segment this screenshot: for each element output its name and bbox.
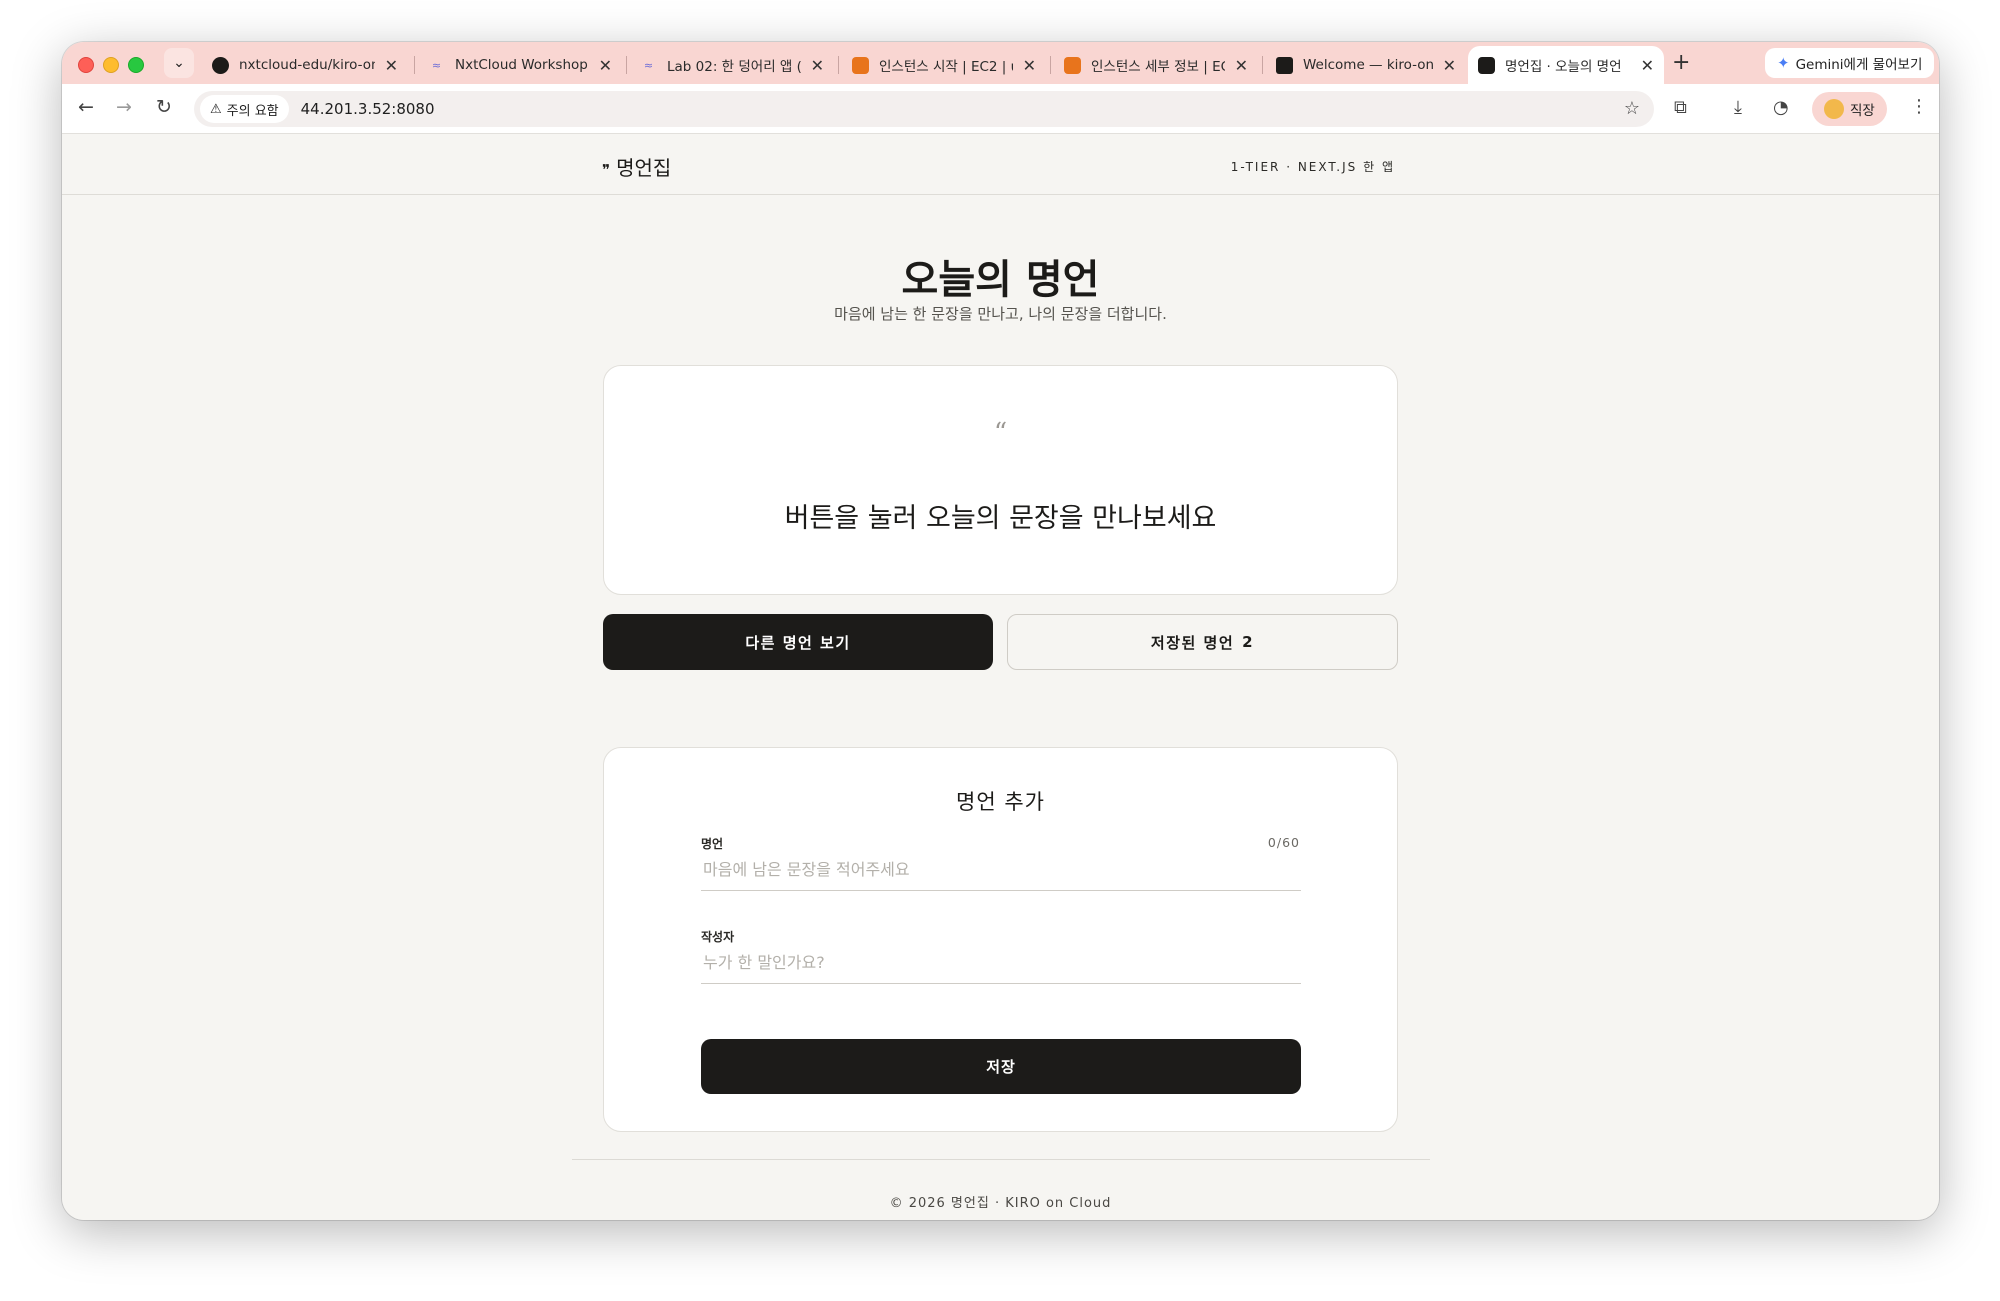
tab-divider <box>1262 56 1263 74</box>
forward-icon[interactable]: → <box>116 96 132 118</box>
next-quote-button[interactable]: 다른 명언 보기 <box>603 614 993 670</box>
github-icon <box>212 56 229 74</box>
brand-name: 명언집 <box>616 156 672 180</box>
gemini-label: Gemini에게 물어보기 <box>1795 57 1923 73</box>
tab-lab02[interactable]: ≈ Lab 02: 한 덩어리 앱 (1 ✕ <box>630 46 834 84</box>
site-brand[interactable]: ❞ 명언집 <box>602 152 671 181</box>
quote-app-icon <box>1478 56 1495 74</box>
close-tab-icon[interactable]: ✕ <box>1641 56 1654 75</box>
download-icon[interactable]: ⤓ <box>1734 97 1742 118</box>
tab-strip: ⌄ nxtcloud-edu/kiro-on ✕ ≈ NxtCloud Work… <box>62 42 1939 84</box>
saved-quotes-label: 저장된 명언 <box>1150 633 1235 652</box>
chevron-down-icon: ⌄ <box>173 55 185 71</box>
save-button[interactable]: 저장 <box>701 1039 1301 1094</box>
quote-char-counter: 0/60 <box>1267 835 1300 850</box>
open-quote-icon: “ <box>993 418 1008 448</box>
aws-icon <box>1064 56 1081 74</box>
plus-icon: + <box>1672 50 1691 75</box>
close-tab-icon[interactable]: ✕ <box>599 56 612 75</box>
aws-icon <box>852 56 869 74</box>
quote-input[interactable] <box>701 849 1301 891</box>
workshop-icon: ≈ <box>431 58 442 72</box>
performance-icon[interactable]: ◔ <box>1773 97 1789 118</box>
close-tab-icon[interactable]: ✕ <box>385 56 398 75</box>
tab-ec2-details[interactable]: 인스턴스 세부 정보 | EC ✕ <box>1054 46 1258 84</box>
extensions-icon[interactable]: ⧉ <box>1674 97 1687 118</box>
tab-title: 인스턴스 시작 | EC2 | u <box>879 59 1013 75</box>
tab-workshop[interactable]: ≈ NxtCloud Workshop | ✕ <box>418 46 622 84</box>
close-window-button[interactable] <box>78 57 94 73</box>
more-menu-icon[interactable]: ⋮ <box>1910 96 1928 117</box>
saved-quotes-count: 2 <box>1242 633 1255 651</box>
form-title: 명언 추가 <box>956 790 1045 814</box>
tab-ec2-launch[interactable]: 인스턴스 시작 | EC2 | u ✕ <box>842 46 1046 84</box>
quote-card: “ 버튼을 눌러 오늘의 문장을 만나보세요 <box>603 365 1398 595</box>
maximize-window-button[interactable] <box>128 57 144 73</box>
page-content: ❞ 명언집 1-TIER · NEXT.JS 한 앱 오늘의 명언 마음에 남는 … <box>62 135 1939 1220</box>
tab-divider <box>626 56 627 74</box>
new-tab-button[interactable]: + <box>1672 50 1690 75</box>
tab-divider <box>838 56 839 74</box>
tab-github[interactable]: nxtcloud-edu/kiro-on ✕ <box>202 46 408 84</box>
footer-text: © 2026 명언집 · KIRO on Cloud <box>889 1196 1112 1211</box>
workshop-icon: ≈ <box>643 58 654 72</box>
close-tab-icon[interactable]: ✕ <box>811 56 824 75</box>
tab-title: 인스턴스 세부 정보 | EC <box>1091 59 1225 75</box>
close-tab-icon[interactable]: ✕ <box>1023 56 1036 75</box>
profile-label: 직장 <box>1850 103 1875 119</box>
quote-text: 버튼을 눌러 오늘의 문장을 만나보세요 <box>784 503 1217 534</box>
tab-quotes-active[interactable]: 명언집 · 오늘의 명언 ✕ <box>1468 46 1664 84</box>
quote-mark-icon: ❞ <box>602 161 611 179</box>
page-subtitle: 마음에 남는 한 문장을 만나고, 나의 문장을 더합니다. <box>834 305 1167 323</box>
site-header: ❞ 명언집 1-TIER · NEXT.JS 한 앱 <box>62 135 1939 195</box>
tab-title: nxtcloud-edu/kiro-on <box>239 57 375 73</box>
site-tagline: 1-TIER · NEXT.JS 한 앱 <box>1230 160 1395 174</box>
reload-icon[interactable]: ↻ <box>156 96 172 118</box>
address-bar[interactable]: ⚠ 주의 요함 44.201.3.52:8080 ☆ <box>194 91 1654 127</box>
tab-coder[interactable]: Welcome — kiro-on- ✕ <box>1266 46 1466 84</box>
profile-button[interactable]: 직장 <box>1812 92 1887 126</box>
tab-divider <box>414 56 415 74</box>
footer-divider <box>572 1159 1430 1160</box>
page-title: 오늘의 명언 <box>901 256 1100 303</box>
tab-title: Welcome — kiro-on- <box>1303 57 1433 73</box>
tab-title: NxtCloud Workshop | <box>455 57 589 73</box>
browser-toolbar: ← → ↻ ⚠ 주의 요함 44.201.3.52:8080 ☆ ⧉ ⤓ ◔ 직… <box>62 84 1939 134</box>
add-quote-form: 명언 추가 명언 0/60 작성자 저장 <box>603 747 1398 1132</box>
avatar <box>1824 99 1844 119</box>
warning-icon: ⚠ <box>210 101 222 117</box>
tab-title: 명언집 · 오늘의 명언 <box>1505 59 1622 75</box>
tab-search-button[interactable]: ⌄ <box>164 48 194 78</box>
save-label: 저장 <box>986 1058 1016 1076</box>
saved-quotes-button[interactable]: 저장된 명언 2 <box>1007 614 1398 670</box>
url-text[interactable]: 44.201.3.52:8080 <box>301 100 435 118</box>
tab-divider <box>1050 56 1051 74</box>
bookmark-star-icon[interactable]: ☆ <box>1624 98 1640 119</box>
gemini-sparkle-icon: ✦ <box>1777 54 1790 72</box>
close-tab-icon[interactable]: ✕ <box>1235 56 1248 75</box>
author-input[interactable] <box>701 942 1301 984</box>
security-chip-label: 주의 요함 <box>226 103 279 119</box>
back-icon[interactable]: ← <box>78 96 94 118</box>
next-quote-label: 다른 명언 보기 <box>745 633 851 652</box>
browser-window: ⌄ nxtcloud-edu/kiro-on ✕ ≈ NxtCloud Work… <box>62 42 1939 1220</box>
coder-icon <box>1276 56 1293 74</box>
close-tab-icon[interactable]: ✕ <box>1443 56 1456 75</box>
gemini-button[interactable]: ✦ Gemini에게 물어보기 <box>1765 48 1935 78</box>
security-warning-chip[interactable]: ⚠ 주의 요함 <box>200 95 289 123</box>
minimize-window-button[interactable] <box>103 57 119 73</box>
tab-title: Lab 02: 한 덩어리 앱 (1 <box>667 59 801 75</box>
